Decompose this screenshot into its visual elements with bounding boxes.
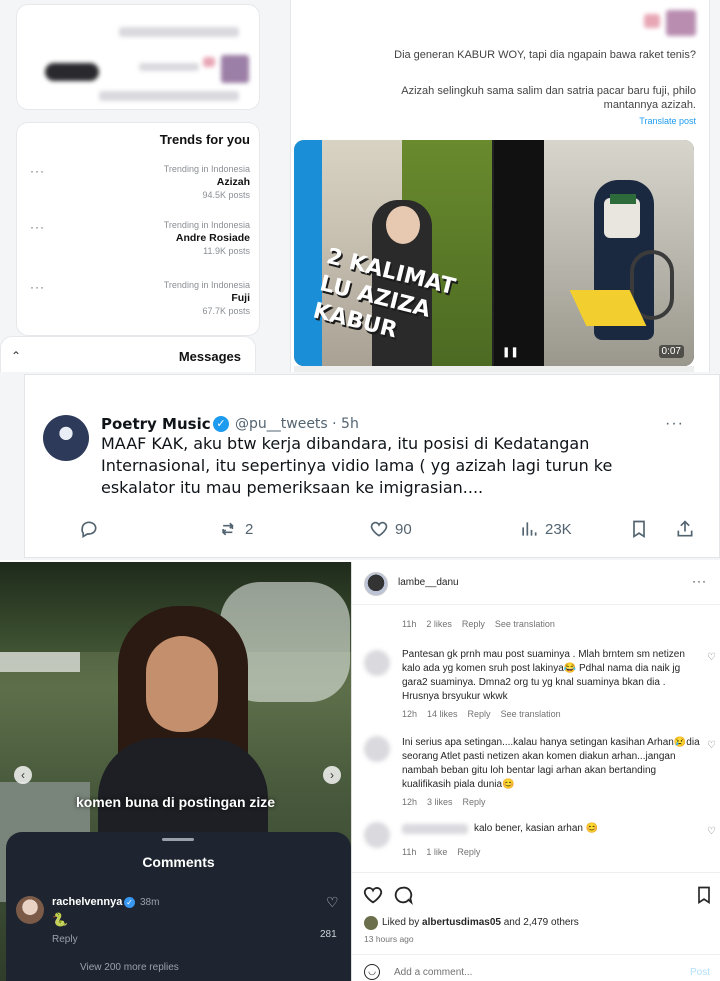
views-button[interactable]: 23K xyxy=(519,519,572,539)
post-comment-button[interactable]: Post xyxy=(690,967,710,978)
share-icon xyxy=(677,520,693,537)
collapse-icon[interactable]: ⌃ xyxy=(11,349,21,363)
comment-like-count: 281 xyxy=(320,929,337,940)
post-time: 13 hours ago xyxy=(364,934,414,944)
comment-emoji: 🐍 xyxy=(52,912,69,927)
comment-meta: 11h 2 likes Reply See translation xyxy=(402,619,555,629)
translate-post-link[interactable]: Translate post xyxy=(296,116,696,126)
comment-text: Pantesan gk prnh mau post suaminya . Mla… xyxy=(402,649,685,702)
retweet-icon xyxy=(221,522,234,536)
verified-badge-icon: ✓ xyxy=(213,416,229,432)
commenter-avatar-blurred xyxy=(364,650,390,676)
prev-story-arrow[interactable]: ‹ xyxy=(14,766,32,784)
comment-time: 38m xyxy=(140,897,160,908)
comment-text: kalo bener, kasian arhan 😊 xyxy=(474,823,599,834)
trend-item[interactable]: Trending in Indonesia Azizah 94.5K posts… xyxy=(30,164,250,200)
instagram-story-screenshot: ‹ › komen buna di postingan zize Comment… xyxy=(0,562,351,981)
comment-item: Ini serius apa setingan....kalau hanya s… xyxy=(402,736,702,809)
views-count: 23K xyxy=(545,520,572,538)
video-time: 0:07 xyxy=(658,345,684,358)
add-comment-divider xyxy=(352,954,720,955)
post-author-avatar[interactable] xyxy=(364,572,388,596)
video-frame-escalator: 0:07 ❚❚ xyxy=(494,140,694,366)
commenter-avatar[interactable] xyxy=(16,896,44,924)
like-count: 90 xyxy=(395,520,412,538)
post-author-username[interactable]: lambe__danu xyxy=(398,577,459,588)
share-button[interactable] xyxy=(675,519,695,544)
bookmark-button[interactable] xyxy=(629,519,649,544)
author-name[interactable]: Poetry Music xyxy=(101,415,211,433)
comment-item: kalo bener, kasian arhan 😊 xyxy=(474,822,704,836)
comment-meta: 11h 1 like Reply xyxy=(402,847,481,857)
trends-heading: Trends for you xyxy=(159,132,250,147)
verified-badge-icon: ✓ xyxy=(124,897,135,908)
comment-icon[interactable] xyxy=(392,884,414,906)
comments-sheet: Comments rachelvennya ✓ 38m 🐍 Reply ♡ 28… xyxy=(6,832,351,981)
like-button[interactable]: 90 xyxy=(369,519,412,539)
more-icon[interactable]: ··· xyxy=(30,220,45,234)
views-icon xyxy=(522,522,537,536)
reply-link[interactable]: Reply xyxy=(52,934,78,945)
actions-divider xyxy=(352,872,720,873)
comment-meta: 12h 3 likes Reply xyxy=(402,797,486,807)
comments-title: Comments xyxy=(142,854,215,870)
add-comment-input[interactable]: Add a comment... xyxy=(394,967,472,978)
liked-by-user[interactable]: albertusdimas05 xyxy=(422,917,501,928)
video-overlay-text: 2 KALIMAT LU AZIZA KABUR xyxy=(310,244,458,344)
comment-like-icon[interactable]: ♡ xyxy=(707,740,716,751)
commenter-username[interactable]: rachelvennya xyxy=(52,896,122,908)
reply-icon xyxy=(81,521,97,538)
more-options-icon[interactable]: ··· xyxy=(692,574,707,588)
liked-by[interactable]: Liked by albertusdimas05 and 2,479 other… xyxy=(382,917,579,928)
sheet-handle[interactable] xyxy=(162,838,194,841)
comment-like-icon[interactable]: ♡ xyxy=(707,826,716,837)
video-thumbnail[interactable]: 0:07 ❚❚ 2 KALIMAT LU AZIZA KABUR xyxy=(294,140,694,366)
author-handle-time: @pu__tweets · 5h xyxy=(235,416,359,432)
view-more-replies[interactable]: View 200 more replies xyxy=(80,962,179,973)
who-to-follow-card xyxy=(16,4,260,110)
comment-like-icon[interactable]: ♡ xyxy=(707,652,716,663)
emoji-icon[interactable]: ◡ xyxy=(364,964,380,980)
retweet-count: 2 xyxy=(245,520,254,538)
comment-text: Ini serius apa setingan....kalau hanya s… xyxy=(402,737,700,790)
header-divider xyxy=(352,604,720,605)
more-icon[interactable]: ··· xyxy=(30,164,45,178)
commenter-avatar-blurred xyxy=(364,736,390,762)
commenter-username-blurred xyxy=(402,824,468,834)
messages-label: Messages xyxy=(178,349,241,364)
heart-icon xyxy=(370,521,388,537)
next-story-arrow[interactable]: › xyxy=(323,766,341,784)
heart-icon[interactable] xyxy=(362,884,384,906)
liked-by-avatar xyxy=(364,916,378,930)
tweet-screenshot-mirrored: Poetry Music ✓ @pu__tweets · 5h ··· MAAF… xyxy=(0,372,720,560)
tweet-card[interactable]: Poetry Music ✓ @pu__tweets · 5h ··· MAAF… xyxy=(24,374,720,558)
commenter-avatar-blurred xyxy=(364,822,390,848)
pause-icon[interactable]: ❚❚ xyxy=(502,347,519,358)
avatar[interactable] xyxy=(43,415,89,461)
more-options-icon[interactable]: ··· xyxy=(665,415,684,432)
bookmark-icon[interactable] xyxy=(694,884,714,906)
instagram-post-comments: lambe__danu ··· 11h 2 likes Reply See tr… xyxy=(351,562,720,981)
tweet-body: MAAF KAK, aku btw kerja dibandara, itu p… xyxy=(101,434,613,497)
comment-item: Pantesan gk prnh mau post suaminya . Mla… xyxy=(402,648,702,721)
comment-like-icon[interactable]: ♡ xyxy=(326,894,339,911)
trend-item[interactable]: Trending in Indonesia Andre Rosiade 11.9… xyxy=(30,220,250,256)
reply-button[interactable] xyxy=(79,519,105,539)
retweet-button[interactable]: 2 xyxy=(219,519,253,539)
comment-meta: 12h 14 likes Reply See translation xyxy=(402,709,561,719)
tweet-text-line-1: Dia generan KABUR WOY, tapi dia ngapain … xyxy=(394,49,696,61)
messages-drawer[interactable]: Messages ⌃ xyxy=(0,336,256,372)
story-caption: komen buna di postingan zize xyxy=(75,794,276,810)
bookmark-icon xyxy=(633,520,645,539)
tweet-text-line-2: Azizah selingkuh sama salim dan satria p… xyxy=(401,85,696,111)
trend-item[interactable]: Trending in Indonesia Fuji 67.7K posts ·… xyxy=(30,280,250,316)
more-icon[interactable]: ··· xyxy=(30,280,45,294)
x-web-screenshot-mirrored: Trends for you Trending in Indonesia Azi… xyxy=(0,0,720,372)
video-frame-airport: 2 KALIMAT LU AZIZA KABUR xyxy=(294,140,492,366)
